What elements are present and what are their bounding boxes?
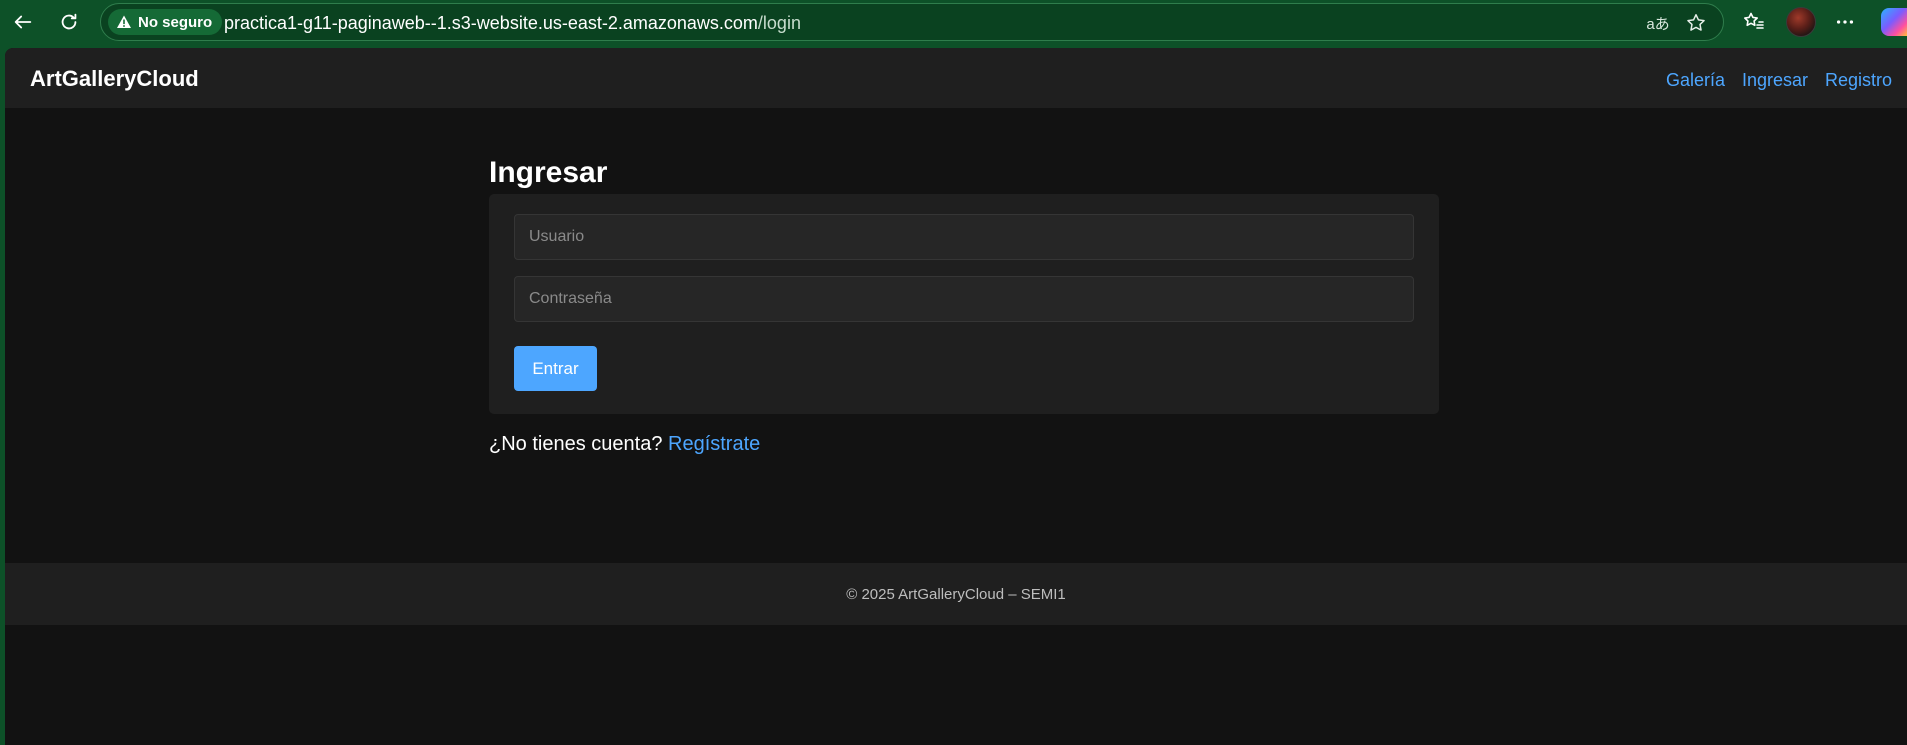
footer-text: © 2025 ArtGalleryCloud – SEMI1 [846,585,1066,603]
refresh-icon [61,13,77,30]
arrow-left-icon [14,15,32,29]
url-text[interactable]: practica1-g11-paginaweb--1.s3-website.us… [224,13,801,34]
more-dots-icon [1836,20,1854,24]
browser-toolbar: No seguro practica1-g11-paginaweb--1.s3-… [0,0,1907,44]
star-icon [1687,14,1705,31]
security-indicator[interactable]: No seguro [108,9,223,35]
address-bar[interactable]: No seguro practica1-g11-paginaweb--1.s3-… [100,3,1724,41]
signup-prompt-text: ¿No tienes cuenta? [489,433,663,455]
security-label: No seguro [138,13,213,31]
back-button[interactable] [8,7,38,37]
signup-link[interactable]: Regístrate [668,433,760,455]
translate-button[interactable]: aあ [1646,11,1670,35]
nav-link-register[interactable]: Registro [1825,70,1892,91]
site-footer: © 2025 ArtGalleryCloud – SEMI1 [5,563,1907,625]
profile-avatar[interactable] [1786,7,1816,37]
nav-link-gallery[interactable]: Galería [1666,70,1725,91]
nav-link-login[interactable]: Ingresar [1742,70,1808,91]
url-path: /login [757,13,801,33]
web-page: ArtGalleryCloud Galería Ingresar Registr… [5,48,1907,745]
reload-button[interactable] [54,7,84,37]
favorites-list-icon [1744,12,1764,29]
more-options-button[interactable] [1830,7,1860,37]
password-field[interactable] [514,276,1414,322]
site-brand[interactable]: ArtGalleryCloud [30,66,199,92]
browser-viewport: ArtGalleryCloud Galería Ingresar Registr… [0,44,1907,745]
translate-icon: aあ [1646,15,1670,33]
warning-icon [117,15,131,28]
page-title: Ingresar [489,156,608,189]
favorite-button[interactable] [1684,11,1708,35]
username-field[interactable] [514,214,1414,260]
signup-prompt-line: ¿No tienes cuenta? Regístrate [489,433,760,456]
site-header: ArtGalleryCloud Galería Ingresar Registr… [5,48,1907,108]
url-host: practica1-g11-paginaweb--1.s3-website.us… [224,13,758,33]
login-form-card: Entrar [489,194,1439,414]
login-submit-button[interactable]: Entrar [514,346,597,391]
copilot-icon[interactable] [1881,8,1907,36]
favorites-button[interactable] [1739,7,1769,37]
